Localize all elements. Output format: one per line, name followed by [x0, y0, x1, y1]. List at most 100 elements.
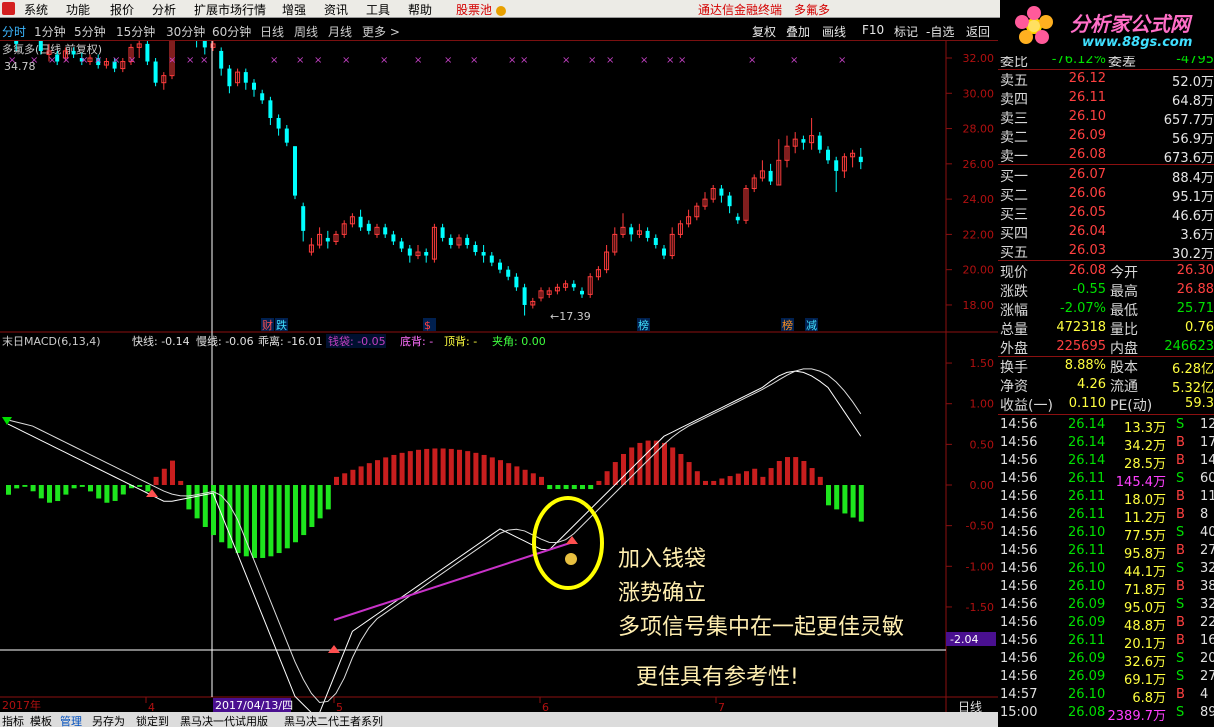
macd-bar-up — [465, 451, 471, 485]
bottom-tab-3[interactable]: 另存为 — [92, 713, 125, 727]
tick-count: 40 — [1200, 525, 1214, 540]
candle-body-down — [391, 234, 396, 242]
ask-label: 卖五 — [1000, 73, 1028, 89]
info-circle-icon — [495, 5, 506, 16]
tick-count: 891 — [1200, 705, 1214, 720]
macd-bar-up — [448, 448, 454, 485]
menu-item-3[interactable]: 分析 — [152, 1, 176, 18]
period-tab-5[interactable]: 60分钟 — [212, 23, 251, 40]
period-tab-6[interactable]: 日线 — [260, 23, 284, 40]
stock-pool-label: 股票池 — [456, 3, 493, 17]
annotation-line1: 加入钱袋 — [618, 547, 706, 572]
signal-mark: × — [48, 55, 56, 66]
chart-area[interactable]: 32.00 30.00 28.00 26.00 24.00 22.00 20.00 18.00… — [0, 8, 998, 714]
signal-mark: × — [520, 55, 528, 66]
menu-item-7[interactable]: 工具 — [366, 1, 390, 18]
tick-side: S — [1176, 669, 1185, 684]
indicator-axis-label: -0.50 — [966, 520, 994, 533]
candle-body-down — [153, 61, 158, 83]
stat-value: 4.26 — [1077, 377, 1106, 392]
period-tab-1[interactable]: 1分钟 — [34, 23, 66, 40]
menu-item-0[interactable]: 系统 — [24, 1, 48, 18]
bid-label: 买三 — [1000, 207, 1028, 223]
tick-price: 26.11 — [1068, 489, 1106, 504]
period-tab-4[interactable]: 30分钟 — [166, 23, 205, 40]
menu-item-5[interactable]: 增强 — [282, 1, 306, 18]
macd-bar-up — [776, 460, 782, 485]
bottom-tab-bar: 指标 模板 管理 另存为 锁定到 黑马决一代试用版 黑马决二代王者系列 — [0, 712, 998, 727]
menu-item-1[interactable]: 功能 — [66, 1, 90, 18]
macd-bar-down — [145, 485, 151, 492]
menu-item-2[interactable]: 报价 — [110, 1, 134, 18]
toolbar-action-2[interactable]: 画线 — [822, 23, 846, 40]
signal-mark: × — [666, 55, 674, 66]
period-tab-2[interactable]: 5分钟 — [74, 23, 106, 40]
signal-mark: × — [342, 55, 350, 66]
macd-bar-up — [760, 476, 766, 485]
bid-row: 买五 26.03 30.2万 — [998, 241, 1214, 262]
bottom-tab-2[interactable]: 管理 — [60, 713, 82, 727]
candle-body-down — [826, 149, 830, 161]
app-icon[interactable] — [2, 2, 15, 15]
tick-time: 14:56 — [1000, 489, 1038, 504]
stock-pool-menu[interactable]: 股票池 — [456, 1, 506, 18]
menu-item-4[interactable]: 扩展市场行情 — [194, 1, 266, 18]
toolbar-action-6[interactable]: 返回 — [966, 23, 990, 40]
stat-row: 涨幅 -2.07% 最低 25.71 — [998, 299, 1214, 319]
kline-chart[interactable]: 32.00 30.00 28.00 26.00 24.00 22.00 20.00 18.00… — [0, 8, 998, 714]
toolbar-action-3[interactable]: F10 — [862, 23, 884, 37]
macd-bar-down — [260, 485, 266, 558]
tick-count: 14 — [1200, 453, 1214, 468]
candle-body-down — [801, 139, 806, 143]
tick-count: 4 — [1200, 687, 1209, 702]
menu-item-6[interactable]: 资讯 — [324, 1, 348, 18]
macd-bar-down — [842, 485, 848, 514]
tick-price: 26.08 — [1068, 705, 1106, 720]
candle-body-down — [71, 50, 76, 55]
tick-side: B — [1176, 687, 1185, 702]
period-tab-0[interactable]: 分时 — [2, 23, 26, 40]
macd-bar-up — [801, 460, 807, 485]
date-label: 6 — [542, 701, 549, 712]
macd-bar-down — [235, 485, 241, 554]
signal-mark: × — [168, 55, 176, 66]
period-tab-7[interactable]: 周线 — [294, 23, 318, 40]
candle-body-down — [145, 43, 150, 62]
tick-side: B — [1176, 543, 1185, 558]
tick-side: S — [1176, 561, 1185, 576]
tick-count: 11 — [1200, 489, 1214, 504]
candle-body-down — [727, 195, 732, 207]
tick-count: 32 — [1200, 597, 1214, 612]
bottom-tab-1[interactable]: 模板 — [30, 713, 52, 727]
price-axis-label: 28.00 — [963, 123, 995, 136]
tick-side: S — [1176, 651, 1185, 666]
bottom-tab-0[interactable]: 指标 — [2, 713, 24, 727]
macd-bar-down — [96, 485, 102, 499]
period-tab-3[interactable]: 15分钟 — [116, 23, 155, 40]
toolbar-action-0[interactable]: 复权 — [752, 23, 776, 40]
period-tab-9[interactable]: 更多 > — [362, 23, 400, 40]
stat-label: 总量 — [1000, 322, 1028, 338]
macd-bar-up — [391, 454, 397, 485]
bottom-tab-4[interactable]: 锁定到 — [136, 713, 169, 727]
bottom-tab-5[interactable]: 黑马决一代试用版 — [180, 713, 268, 727]
toolbar-action-5[interactable]: -自选 — [926, 23, 954, 40]
quote-panel: 委比 -76.12% 委差 -4795 卖五 26.12 52.0万 卖四 26.11 64.8万… — [998, 56, 1214, 727]
macd-bar-down — [571, 485, 577, 490]
stat-label: 外盘 — [1000, 341, 1028, 357]
macd-bar-up — [498, 460, 503, 485]
menu-item-8[interactable]: 帮助 — [408, 1, 432, 18]
tick-side: S — [1176, 597, 1185, 612]
candle-body-down — [38, 40, 43, 51]
tick-count: 16 — [1200, 633, 1214, 648]
bottom-tab-6[interactable]: 黑马决二代王者系列 — [284, 713, 383, 727]
candle-body-down — [399, 241, 404, 249]
toolbar-action-1[interactable]: 叠加 — [786, 23, 810, 40]
period-tab-8[interactable]: 月线 — [328, 23, 352, 40]
tick-time: 14:56 — [1000, 615, 1038, 630]
tick-row: 15:00 26.082389.7万 S 891 — [998, 704, 1214, 724]
toolbar-action-4[interactable]: 标记 — [894, 23, 918, 40]
candle-body-down — [719, 188, 724, 196]
candle-body-down — [424, 252, 429, 256]
macd-bar-down — [850, 485, 856, 518]
